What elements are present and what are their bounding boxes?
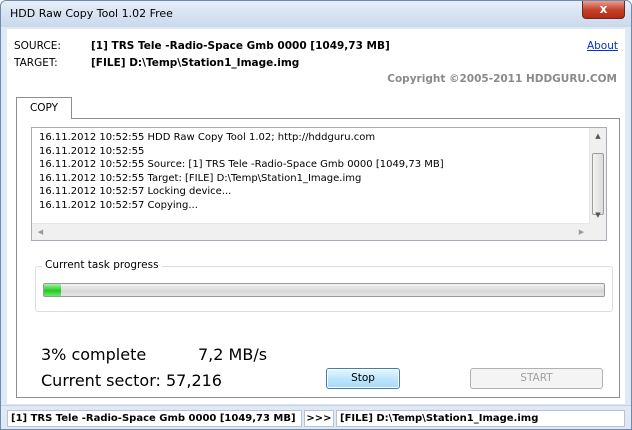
status-target: [FILE] D:\Temp\Station1_Image.img: [336, 410, 625, 427]
target-label: TARGET:: [14, 57, 58, 69]
horizontal-scrollbar[interactable]: ◀ ▶: [32, 223, 590, 240]
log-line: 16.11.2012 10:52:55 Source: [1] TRS Tele…: [39, 159, 444, 171]
window-title: HDD Raw Copy Tool 1.02 Free: [10, 7, 173, 20]
tab-copy[interactable]: COPY: [16, 97, 72, 119]
source-label: SOURCE:: [14, 40, 61, 52]
copyright-text: Copyright ©2005-2011 HDDGURU.COM: [387, 73, 617, 85]
scroll-left-icon[interactable]: ◀: [32, 224, 49, 240]
status-source: [1] TRS Tele -Radio-Space Gmb 0000 [1049…: [7, 410, 302, 427]
vertical-scrollbar[interactable]: ▲ ▼: [589, 128, 606, 224]
log-line: 16.11.2012 10:52:57 Copying...: [39, 199, 198, 211]
progress-group: Current task progress: [35, 259, 613, 312]
progress-bar: [43, 283, 605, 297]
about-link[interactable]: About: [587, 40, 618, 52]
main-panel: SOURCE: [1] TRS Tele -Radio-Space Gmb 00…: [7, 29, 625, 404]
progress-fill: [44, 284, 61, 296]
stop-button[interactable]: Stop: [326, 368, 400, 389]
scroll-thumb[interactable]: [592, 153, 604, 215]
close-button[interactable]: x: [582, 1, 625, 19]
log-list[interactable]: 16.11.2012 10:52:55 HDD Raw Copy Tool 1.…: [31, 127, 607, 241]
app-window: HDD Raw Copy Tool 1.02 Free x SOURCE: [1…: [0, 0, 632, 430]
scroll-corner: [589, 223, 606, 240]
scroll-right-icon[interactable]: ▶: [573, 224, 590, 240]
log-line: 16.11.2012 10:52:55 Target: [FILE] D:\Te…: [39, 172, 362, 184]
scroll-up-icon[interactable]: ▲: [590, 128, 606, 145]
transfer-speed: 7,2 MB/s: [198, 345, 268, 364]
log-line: 16.11.2012 10:52:55: [39, 145, 145, 157]
log-line: 16.11.2012 10:52:57 Locking device...: [39, 186, 232, 198]
scroll-down-icon[interactable]: ▼: [590, 207, 606, 224]
close-icon: x: [599, 2, 608, 16]
log-line: 16.11.2012 10:52:55 HDD Raw Copy Tool 1.…: [39, 132, 376, 143]
current-sector: Current sector: 57,216: [41, 371, 222, 390]
target-value: [FILE] D:\Temp\Station1_Image.img: [91, 57, 300, 69]
title-bar: HDD Raw Copy Tool 1.02 Free x: [1, 1, 631, 27]
status-bar: [1] TRS Tele -Radio-Space Gmb 0000 [1049…: [1, 405, 631, 429]
log-lines: 16.11.2012 10:52:55 HDD Raw Copy Tool 1.…: [39, 131, 589, 213]
percent-complete: 3% complete: [41, 345, 147, 364]
status-arrow: >>>: [304, 410, 334, 427]
copy-tab-panel: 16.11.2012 10:52:55 HDD Raw Copy Tool 1.…: [16, 118, 620, 398]
progress-caption: Current task progress: [42, 259, 162, 271]
source-value: [1] TRS Tele -Radio-Space Gmb 0000 [1049…: [91, 40, 390, 52]
start-button[interactable]: START: [470, 368, 603, 389]
